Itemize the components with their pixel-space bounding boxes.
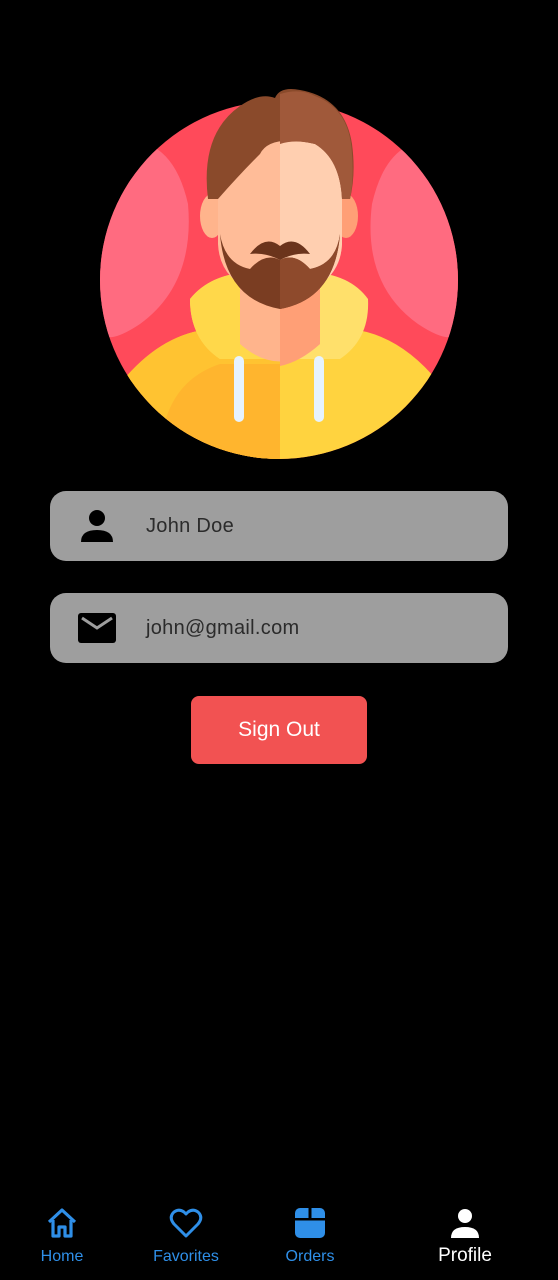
bottom-nav: Home Favorites Orders Profile [0, 1190, 558, 1280]
person-icon [78, 508, 116, 544]
person-icon [448, 1206, 482, 1240]
nav-label-favorites: Favorites [153, 1248, 219, 1265]
person-avatar-illustration [100, 89, 458, 459]
name-field[interactable]: John Doe [50, 491, 508, 561]
email-value: john@gmail.com [146, 617, 300, 639]
package-icon [293, 1206, 327, 1240]
sign-out-button[interactable]: Sign Out [191, 696, 367, 764]
profile-avatar [100, 84, 458, 462]
home-icon [45, 1206, 79, 1240]
nav-label-orders: Orders [285, 1248, 335, 1265]
heart-icon [169, 1206, 203, 1240]
nav-item-orders[interactable]: Orders [250, 1190, 370, 1280]
name-value: John Doe [146, 515, 235, 537]
nav-item-favorites[interactable]: Favorites [126, 1190, 246, 1280]
nav-label-profile: Profile [438, 1245, 492, 1266]
mail-icon [78, 610, 116, 646]
nav-item-profile[interactable]: Profile [405, 1190, 525, 1280]
email-field[interactable]: john@gmail.com [50, 593, 508, 663]
nav-label-home: Home [40, 1248, 84, 1265]
nav-item-home[interactable]: Home [2, 1190, 122, 1280]
